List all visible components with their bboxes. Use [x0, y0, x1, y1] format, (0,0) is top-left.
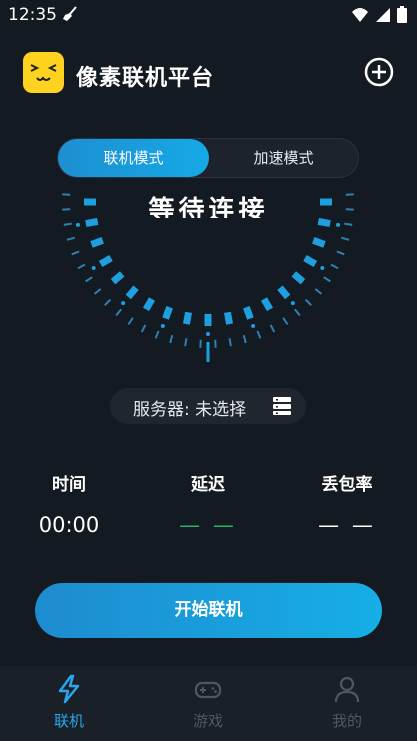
dial-tick: [140, 324, 147, 333]
dial-tick: [282, 317, 289, 325]
dial-segment: [312, 237, 326, 248]
start-connect-button[interactable]: 开始联机: [35, 583, 382, 638]
tab-accelerate-mode[interactable]: 加速模式: [209, 139, 358, 177]
dial-tick: [304, 298, 312, 306]
dial-tick: [344, 222, 353, 226]
dial-segment: [85, 218, 99, 227]
dial-segment: [303, 254, 318, 268]
add-button[interactable]: [363, 56, 395, 88]
broom-icon: [62, 6, 78, 26]
dial-dot: [290, 301, 295, 306]
dial-tick: [228, 338, 232, 347]
dial-segment: [110, 271, 125, 285]
dial-tick: [77, 263, 86, 270]
person-icon: [334, 676, 360, 703]
stat-time-title: 时间: [52, 475, 86, 495]
plus-circle-icon: [364, 57, 394, 87]
dial-tick: [314, 288, 323, 295]
nav-item-games[interactable]: 游戏: [168, 674, 248, 731]
dial-dot: [335, 222, 340, 227]
dial-tick: [66, 236, 75, 241]
stat-packet-loss-value: — —: [318, 513, 376, 537]
dial-dot: [160, 324, 165, 329]
mode-switch: 联机模式 加速模式: [57, 138, 359, 178]
stat-latency-title: 延迟: [191, 475, 225, 495]
dial-segment: [260, 297, 274, 312]
dial-segment: [98, 254, 113, 268]
battery-icon: [397, 6, 407, 27]
stat-packet-loss: 丢包率 — —: [287, 470, 407, 537]
stat-time: 时间 00:00: [9, 470, 129, 537]
nav-label-profile: 我的: [331, 712, 362, 730]
dial-dot: [320, 266, 325, 270]
status-bar: 12:35: [0, 0, 417, 30]
dial-tick: [127, 317, 134, 325]
dial-dot: [251, 324, 256, 329]
dial-tick: [115, 308, 122, 317]
dial-tick: [184, 338, 188, 347]
dial-segment: [90, 237, 104, 248]
app-logo: [23, 52, 64, 93]
stat-latency: 延迟 — —: [148, 470, 268, 537]
status-time: 12:35: [8, 5, 57, 25]
dial-tick: [104, 298, 112, 306]
dial-tick: [63, 222, 72, 226]
tab-connect-mode[interactable]: 联机模式: [58, 139, 209, 177]
nav-label-connect: 联机: [53, 712, 84, 730]
dial-segment: [142, 297, 156, 312]
server-icon: [272, 396, 292, 420]
dial-tick: [341, 236, 350, 241]
dial-tick: [330, 263, 339, 270]
dial-tick: [269, 324, 276, 333]
dial-tick: [336, 250, 345, 256]
dial-tick: [169, 335, 174, 344]
lightning-icon: [58, 674, 80, 704]
nav-label-games: 游戏: [192, 712, 223, 730]
app-title: 像素联机平台: [76, 66, 215, 91]
stat-time-value: 00:00: [38, 513, 100, 537]
gamepad-icon: [194, 681, 222, 699]
dial-segment: [277, 285, 291, 300]
dial-tick: [154, 330, 160, 339]
server-label: 服务器: 未选择: [133, 400, 247, 420]
dial-tick: [256, 330, 262, 339]
dial-dot: [91, 266, 96, 270]
dial-segment: [291, 271, 306, 285]
stat-latency-value: — —: [179, 513, 237, 537]
stat-packet-loss-title: 丢包率: [321, 475, 373, 495]
dial-segment: [224, 311, 233, 325]
dial-dot: [206, 332, 210, 336]
dial-dot: [76, 222, 81, 227]
dial-tick: [323, 276, 331, 283]
dial-tick: [294, 308, 301, 317]
nav-item-connect[interactable]: 联机: [29, 674, 109, 731]
wifi-icon: [351, 7, 369, 27]
bottom-nav: 联机 游戏 我的: [0, 666, 417, 741]
dial-segment: [162, 306, 173, 320]
signal-icon: [375, 7, 391, 27]
dial-segment: [317, 218, 331, 227]
connection-dial: [62, 193, 354, 362]
server-selector[interactable]: 服务器: 未选择: [110, 388, 306, 424]
dial-tick: [242, 335, 247, 344]
nav-item-profile[interactable]: 我的: [307, 674, 387, 731]
dial-dot: [121, 301, 126, 306]
dial-tick: [85, 276, 93, 283]
dial-tick: [71, 250, 80, 256]
dial-segment: [125, 285, 139, 300]
app-header: 像素联机平台: [0, 46, 417, 102]
dial-segment: [183, 311, 192, 325]
dial-segment: [243, 306, 254, 320]
dial-tick: [93, 288, 102, 295]
